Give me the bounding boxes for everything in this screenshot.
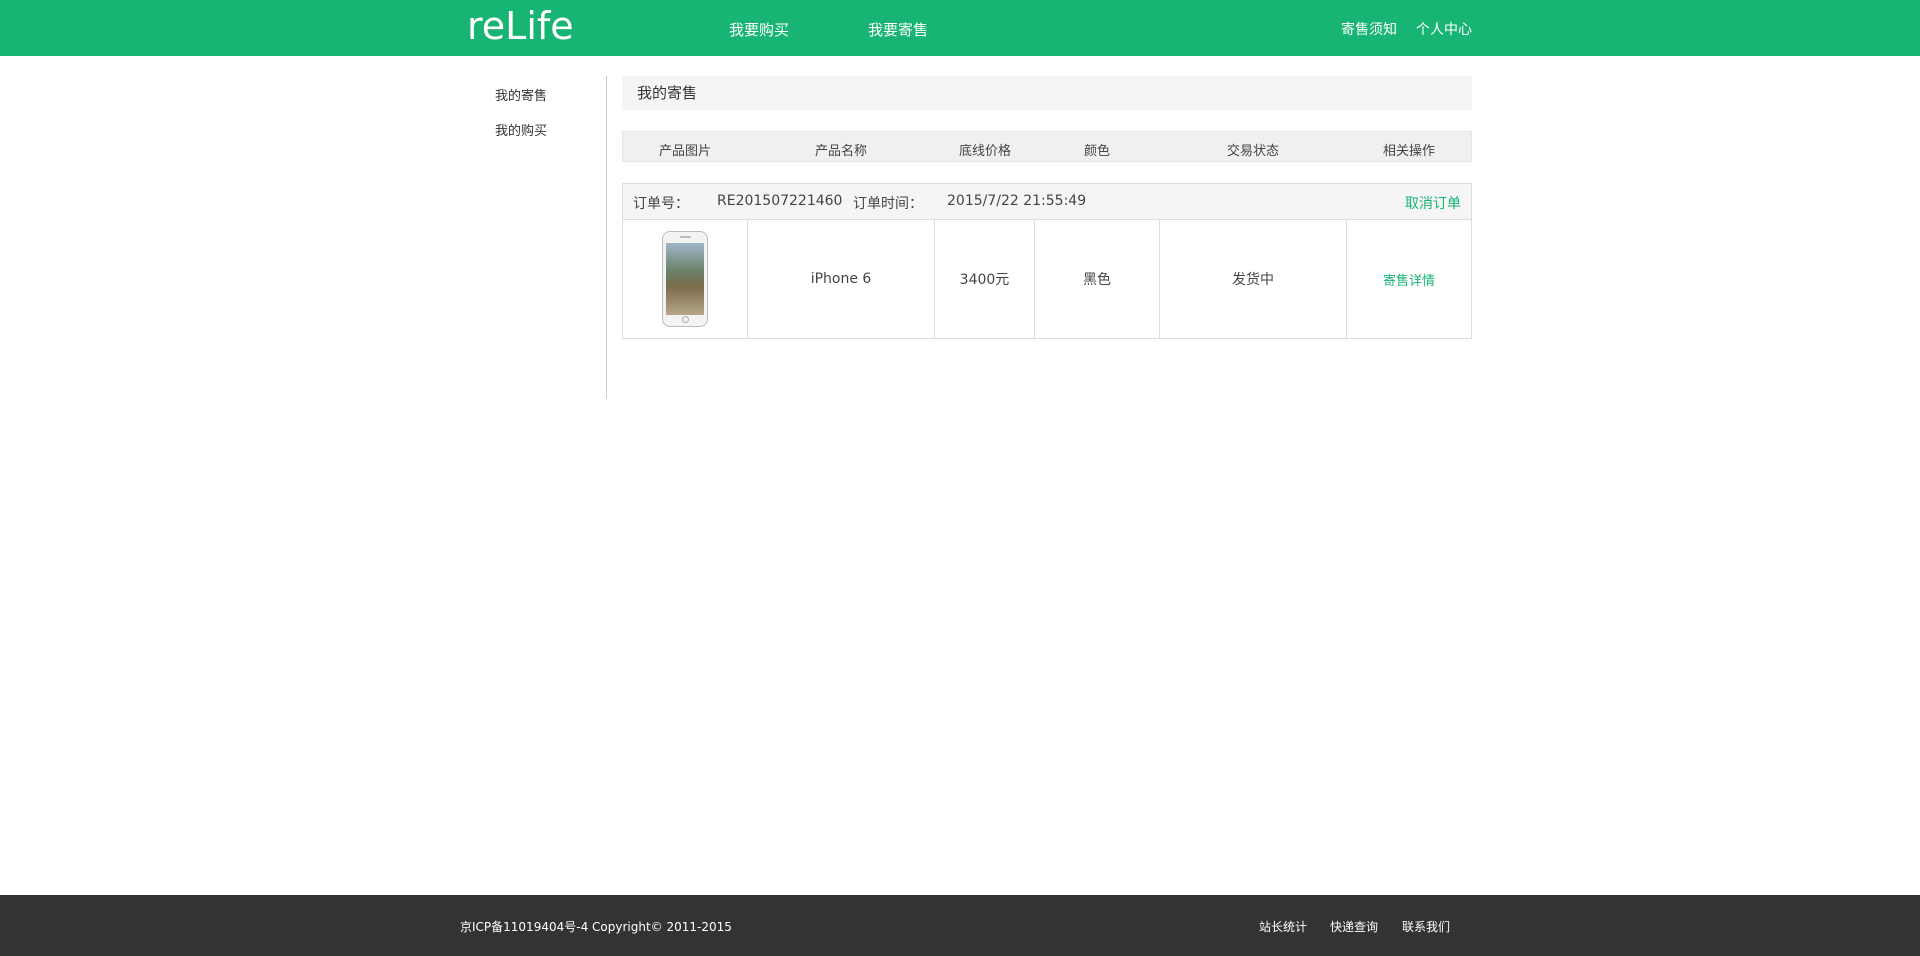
cancel-order-link[interactable]: 取消订单 [1405,193,1461,213]
color-cell: 黑色 [1035,220,1160,338]
product-image-cell [623,220,748,338]
iphone-image [662,231,708,327]
top-header: reLife 我要购买 我要寄售 寄售须知 个人中心 [0,0,1920,56]
nav-buy-link[interactable]: 我要购买 [729,19,789,40]
status-cell: 发货中 [1160,220,1347,338]
order-card: 订单号： RE201507221460 订单时间： 2015/7/22 21:5… [622,183,1472,339]
col-product-name: 产品名称 [814,144,868,159]
footer-link-express[interactable]: 快递查询 [1330,918,1378,935]
table-row: iPhone 6 3400元 黑色 发货中 寄售详情 [623,220,1471,338]
product-name-cell: iPhone 6 [748,220,935,338]
col-product-image: 产品图片 [658,144,712,159]
action-cell: 寄售详情 [1347,220,1471,338]
order-no-label: 订单号： [633,196,689,212]
sidebar-item-my-consignment[interactable]: 我的寄售 [495,85,547,104]
order-time-label: 订单时间： [853,196,923,212]
col-price: 底线价格 [958,144,1012,159]
order-info-bar: 订单号： RE201507221460 订单时间： 2015/7/22 21:5… [623,184,1471,220]
page-title: 我的寄售 [622,76,1472,110]
footer-link-stats[interactable]: 站长统计 [1259,918,1307,935]
nav-sell-link[interactable]: 我要寄售 [868,19,928,40]
col-status: 交易状态 [1226,144,1280,159]
order-no: RE201507221460 [717,193,843,209]
nav-user-center-link[interactable]: 个人中心 [1416,19,1472,39]
footer: 京ICP备11019404号-4 Copyright© 2011-2015 站长… [0,895,1920,956]
price-cell: 3400元 [935,220,1035,338]
col-actions: 相关操作 [1382,144,1436,159]
order-time: 2015/7/22 21:55:49 [947,193,1087,209]
copyright-text: 京ICP备11019404号-4 Copyright© 2011-2015 [460,920,732,934]
main-content: 我的寄售 产品图片 产品名称 底线价格 颜色 交易状态 相关操作 订单号： RE… [622,76,1472,339]
footer-link-contact[interactable]: 联系我们 [1402,918,1450,935]
sidebar-item-my-purchase[interactable]: 我的购买 [495,120,547,139]
relife-logo[interactable]: reLife [467,4,574,48]
nav-notice-link[interactable]: 寄售须知 [1341,19,1397,39]
col-color: 颜色 [1083,144,1111,159]
sidebar: 我的寄售 我的购买 [459,76,607,399]
consignment-detail-link[interactable]: 寄售详情 [1383,270,1435,289]
table-header: 产品图片 产品名称 底线价格 颜色 交易状态 相关操作 [622,131,1472,162]
